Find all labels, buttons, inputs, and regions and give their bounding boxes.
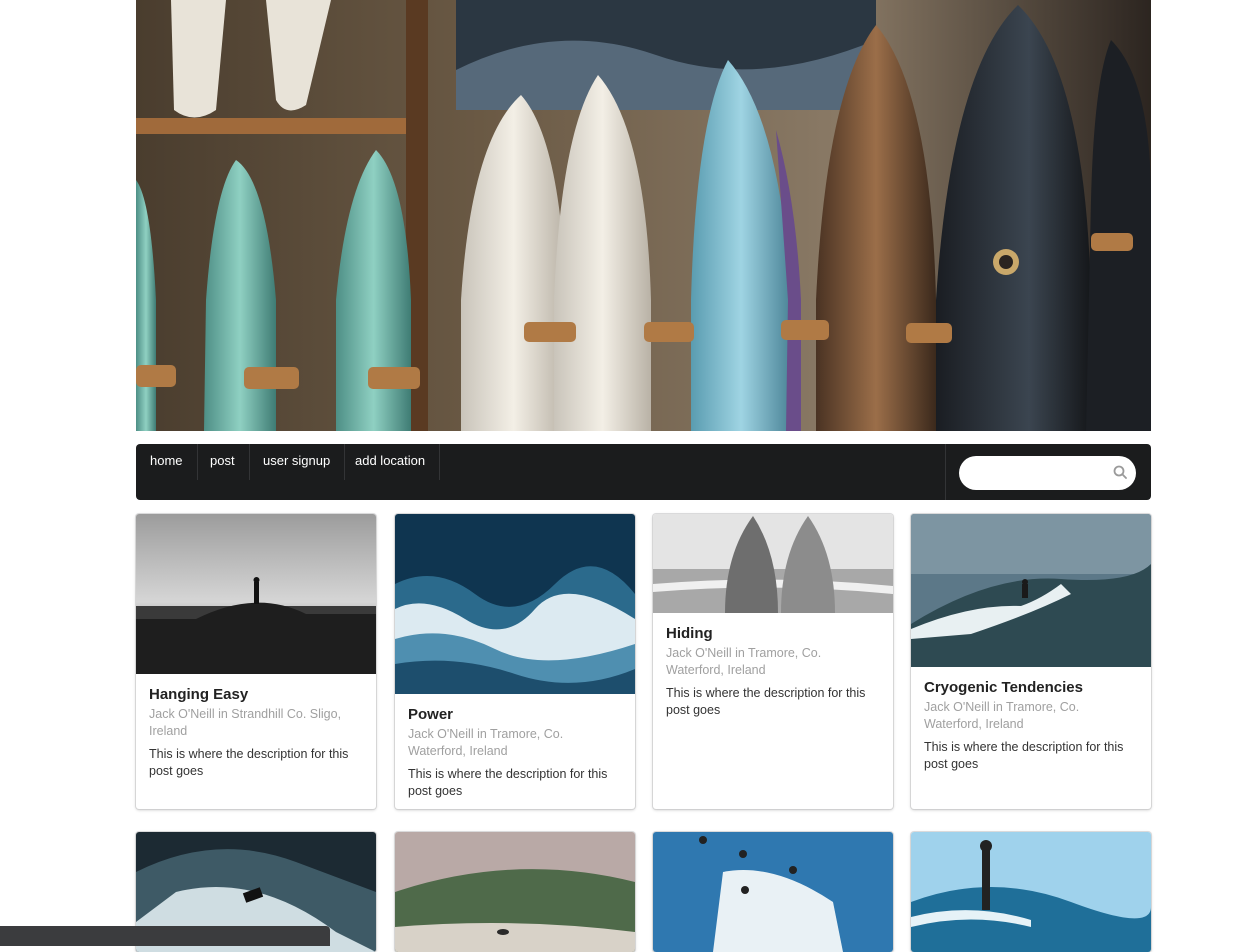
search-input[interactable]: [971, 456, 1115, 492]
post-card[interactable]: [395, 832, 635, 952]
post-meta: Jack O'Neill in Strandhill Co. Sligo, Ir…: [149, 707, 342, 738]
post-image[interactable]: [653, 832, 893, 952]
hero-image: [136, 0, 1151, 431]
main-navbar: home post user signup add location: [136, 444, 1151, 500]
post-card[interactable]: Cryogenic Tendencies Jack O'Neill in Tra…: [911, 514, 1151, 809]
post-meta: Jack O'Neill in Tramore, Co. Waterford, …: [924, 700, 1080, 731]
nav-divider: [945, 444, 946, 500]
post-title[interactable]: Hanging Easy: [149, 686, 364, 704]
post-image[interactable]: [911, 832, 1151, 952]
nav-home[interactable]: home: [136, 444, 198, 480]
post-image[interactable]: [911, 514, 1151, 667]
post-title[interactable]: Hiding: [666, 625, 881, 643]
search-icon[interactable]: [1113, 465, 1127, 479]
post-image[interactable]: [395, 832, 635, 952]
post-image[interactable]: [653, 514, 893, 613]
post-meta: Jack O'Neill in Tramore, Co. Waterford, …: [666, 646, 822, 677]
post-card[interactable]: Power Jack O'Neill in Tramore, Co. Water…: [395, 514, 635, 809]
bottom-overlay-bar: [0, 926, 330, 946]
post-description: This is where the description for this p…: [666, 686, 866, 717]
nav-add-location[interactable]: add location: [341, 444, 441, 480]
post-image[interactable]: [395, 514, 635, 694]
post-title[interactable]: Cryogenic Tendencies: [924, 679, 1139, 697]
post-title[interactable]: Power: [408, 706, 623, 724]
post-card[interactable]: [911, 832, 1151, 952]
search-box: [959, 456, 1136, 492]
post-card[interactable]: [653, 832, 893, 952]
post-image[interactable]: [136, 514, 376, 674]
post-description: This is where the description for this p…: [924, 740, 1124, 771]
post-card[interactable]: Hanging Easy Jack O'Neill in Strandhill …: [136, 514, 376, 809]
post-meta: Jack O'Neill in Tramore, Co. Waterford, …: [408, 727, 564, 758]
nav-post[interactable]: post: [196, 444, 250, 480]
post-card[interactable]: Hiding Jack O'Neill in Tramore, Co. Wate…: [653, 514, 893, 809]
post-description: This is where the description for this p…: [149, 747, 349, 778]
post-description: This is where the description for this p…: [408, 767, 608, 798]
nav-user-signup[interactable]: user signup: [249, 444, 346, 480]
